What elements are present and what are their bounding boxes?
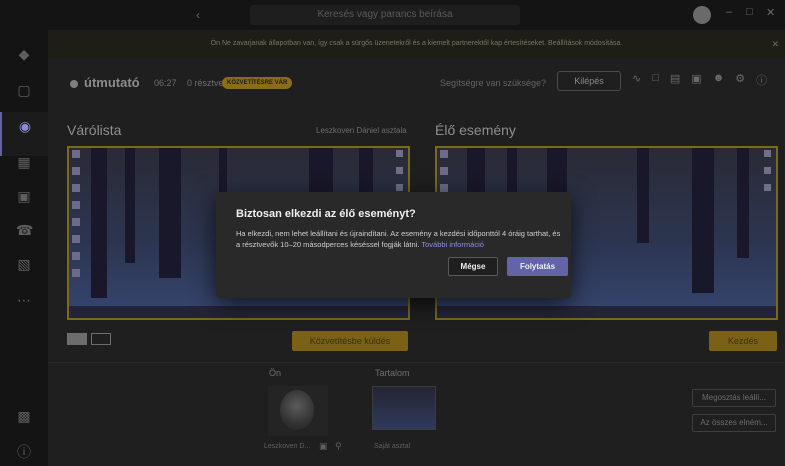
confirm-dialog: Biztosan elkezdi az élő eseményt? Ha elk… [216, 192, 571, 298]
dialog-text: Ha elkezdi, nem lehet leállítani és újra… [236, 229, 561, 249]
dialog-body: Ha elkezdi, nem lehet leállítani és újra… [236, 228, 566, 250]
cancel-button[interactable]: Mégse [448, 257, 498, 276]
dialog-title: Biztosan elkezdi az élő eseményt? [236, 208, 416, 220]
continue-button[interactable]: Folytatás [507, 257, 568, 276]
learn-more-link[interactable]: További információ [421, 240, 484, 249]
